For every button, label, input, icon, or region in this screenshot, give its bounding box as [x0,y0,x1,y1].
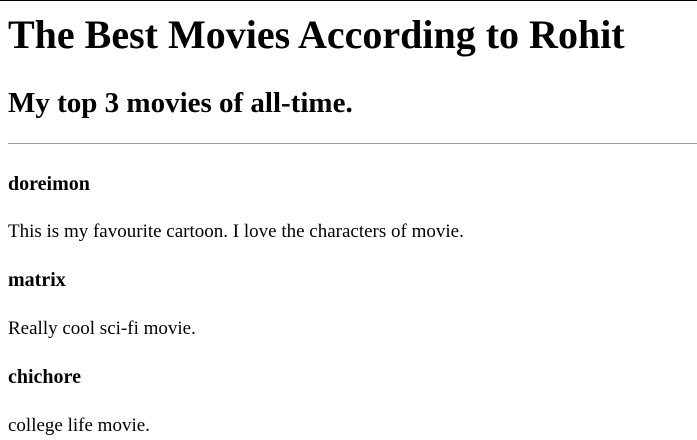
divider [8,143,697,144]
movie-description-matrix: Really cool sci-fi movie. [8,318,196,339]
movie-description-doreimon: This is my favourite cartoon. I love the… [8,221,464,242]
movie-title-chichore: chichore [8,366,81,388]
page-subtitle: My top 3 movies of all-time. [8,87,353,119]
movie-title-matrix: matrix [8,269,66,291]
top-border-line [0,0,697,1]
movie-title-doreimon: doreimon [8,173,90,195]
page-title: The Best Movies According to Rohit [8,12,625,57]
movie-description-chichore: college life movie. [8,415,150,436]
